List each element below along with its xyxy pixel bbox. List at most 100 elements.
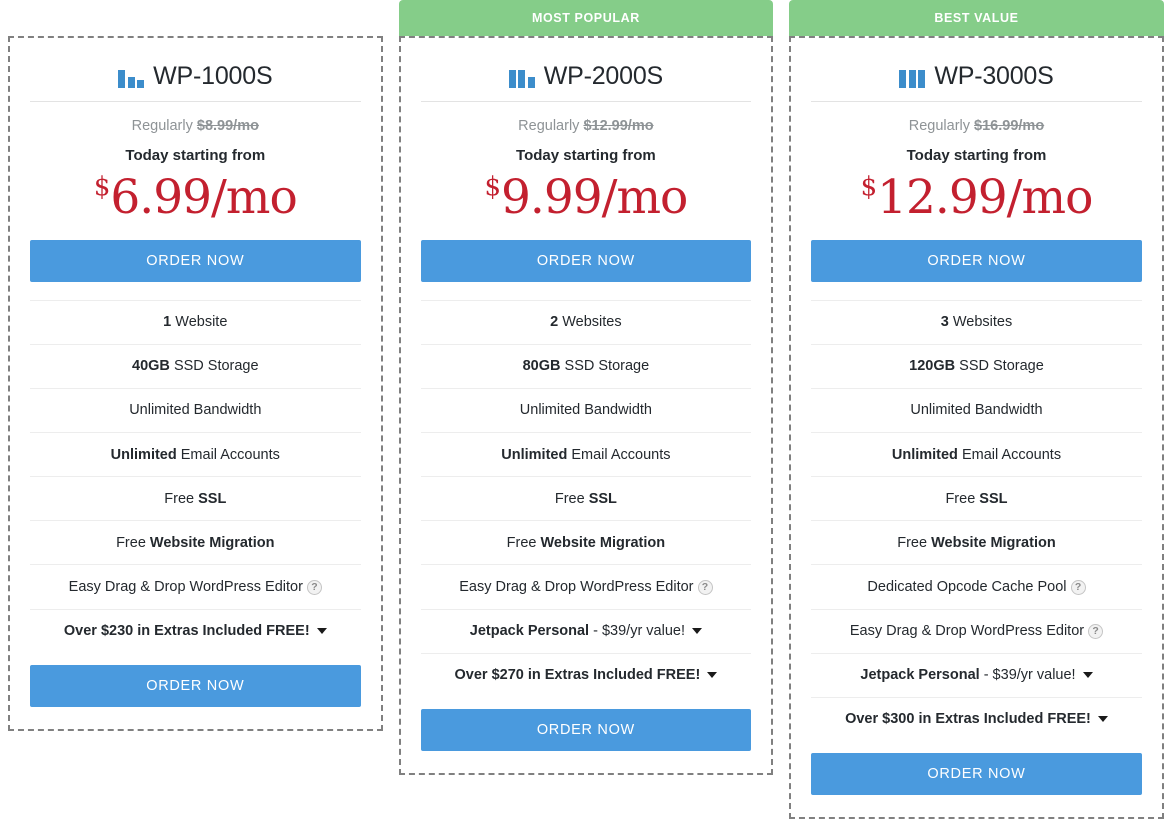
price-currency-symbol: $ [93,172,111,202]
feature-item[interactable]: Over $300 in Extras Included FREE! [811,696,1142,741]
price-amount: 12.99/mo [877,170,1093,225]
feature-label: Unlimited Bandwidth [519,402,652,419]
plan-header: WP-3000S [811,56,1142,102]
feature-highlight: 3 [940,314,949,331]
plan-column-wp-3000s: BEST VALUE WP-3000S Regularly $16.99/mo Tod… [781,0,1172,819]
feature-highlight-trailing: Website Migration [149,534,275,551]
current-price: $9.99/mo [421,164,752,224]
feature-item[interactable]: Easy Drag & Drop WordPress Editor? [30,564,361,608]
feature-item: Unlimited Bandwidth [811,387,1142,432]
plan-header: WP-1000S [30,56,361,102]
feature-text: Unlimited Email Accounts [501,446,670,464]
feature-item: 40GB SSD Storage [30,343,361,388]
feature-item: Unlimited Bandwidth [420,387,752,432]
feature-label: SSD Storage [173,358,259,375]
feature-item[interactable]: Over $230 in Extras Included FREE! [30,608,361,653]
feature-item: Unlimited Email Accounts [30,432,361,476]
feature-item[interactable]: Easy Drag & Drop WordPress Editor? [420,564,752,608]
current-price: $6.99/mo [30,164,361,224]
today-starting-label: Today starting from [125,147,266,164]
icon-bar [918,69,926,88]
feature-label: Website [175,314,228,331]
feature-highlight: 2 [550,314,559,331]
feature-text: Jetpack Personal - $39/yr value! [470,622,685,640]
price-amount: 6.99/mo [110,170,297,225]
feature-item[interactable]: Jetpack Personal - $39/yr value! [811,652,1142,697]
feature-text: Easy Drag & Drop WordPress Editor [459,578,693,596]
order-now-button-top[interactable]: ORDER NOW [811,239,1142,282]
plan-column-wp-1000s: WP-1000S Regularly $8.99/mo Today starting… [0,0,391,731]
feature-item: Free SSL [420,476,752,520]
help-question-icon[interactable]: ? [697,579,713,595]
feature-label: Easy Drag & Drop WordPress Editor [459,578,694,595]
feature-highlight-trailing: SSL [979,490,1008,507]
chevron-down-icon[interactable] [692,628,702,635]
feature-text: 3 Websites [941,313,1012,331]
order-now-button-top[interactable]: ORDER NOW [30,239,361,282]
regular-price-label: Regularly [131,118,193,134]
feature-item: 120GB SSD Storage [811,343,1142,388]
feature-label: Email Accounts [961,446,1062,463]
feature-item[interactable]: Dedicated Opcode Cache Pool? [811,564,1142,608]
feature-item: Free SSL [811,476,1142,520]
help-question-icon[interactable]: ? [306,579,322,595]
regular-price-label: Regularly [518,118,580,134]
order-now-button-bottom[interactable]: ORDER NOW [30,664,361,707]
feature-item[interactable]: Jetpack Personal - $39/yr value! [420,608,752,653]
plan-card: WP-2000S Regularly $12.99/mo Today startin… [398,36,774,775]
feature-label: Free [554,490,589,507]
order-now-button-bottom[interactable]: ORDER NOW [420,708,752,751]
feature-text: Unlimited Bandwidth [129,401,261,419]
feature-label: Easy Drag & Drop WordPress Editor [849,623,1085,640]
regular-price-value: $12.99/mo [583,118,654,134]
chevron-down-icon[interactable] [1097,716,1108,723]
order-now-button-top[interactable]: ORDER NOW [420,239,752,282]
regular-price-line: Regularly $12.99/mo [421,102,752,134]
feature-text: Over $230 in Extras Included FREE! [64,622,310,640]
plan-title: WP-1000S [153,62,273,90]
feature-item[interactable]: Easy Drag & Drop WordPress Editor? [811,608,1142,653]
feature-highlight-trailing: Website Migration [540,534,666,551]
feature-label: Free [945,490,980,507]
feature-item: Unlimited Email Accounts [811,432,1142,476]
chevron-down-icon[interactable] [1082,672,1093,679]
price-amount: 9.99/mo [500,170,688,225]
feature-text: Free SSL [555,490,617,508]
feature-list: 3 Websites 120GB SSD Storage Unlimited Ban… [811,299,1142,741]
icon-bar [137,79,145,88]
feature-item: Unlimited Bandwidth [30,387,361,432]
regular-price-label: Regularly [908,118,971,134]
today-starting-label: Today starting from [516,147,656,164]
chevron-down-icon[interactable] [316,628,327,635]
price-currency-symbol: $ [484,172,501,202]
feature-text: Free Website Migration [897,534,1055,552]
feature-item: Free SSL [30,476,361,520]
feature-label: Unlimited Bandwidth [129,402,262,419]
feature-label: Websites [562,314,622,331]
bar-chart-1-icon [118,66,145,88]
feature-text: Free Website Migration [116,534,274,552]
feature-label: Free [506,534,541,551]
feature-label: Over $300 in Extras Included FREE! [845,711,1091,728]
icon-bar [127,76,135,88]
icon-bar [527,76,535,88]
chevron-down-icon[interactable] [707,672,718,679]
order-now-button-bottom[interactable]: ORDER NOW [811,752,1142,795]
feature-text: Easy Drag & Drop WordPress Editor [69,578,303,596]
regular-price-value: $8.99/mo [196,118,259,134]
plan-header: WP-2000S [420,56,752,102]
help-question-icon[interactable]: ? [1070,579,1086,595]
feature-label: Unlimited Bandwidth [910,402,1043,419]
feature-highlight-trailing: Website Migration [931,534,1056,551]
feature-item: Free Website Migration [30,520,361,564]
feature-text: Over $270 in Extras Included FREE! [454,666,700,684]
feature-highlight: 1 [163,314,172,331]
feature-label: Free [164,490,199,507]
current-price: $12.99/mo [811,164,1142,224]
price-currency-symbol: $ [860,172,878,202]
bar-chart-3-icon [899,66,926,88]
feature-label: SSD Storage [564,358,650,375]
feature-label: SSD Storage [959,358,1044,375]
feature-item[interactable]: Over $270 in Extras Included FREE! [420,652,752,697]
help-question-icon[interactable]: ? [1088,623,1104,639]
